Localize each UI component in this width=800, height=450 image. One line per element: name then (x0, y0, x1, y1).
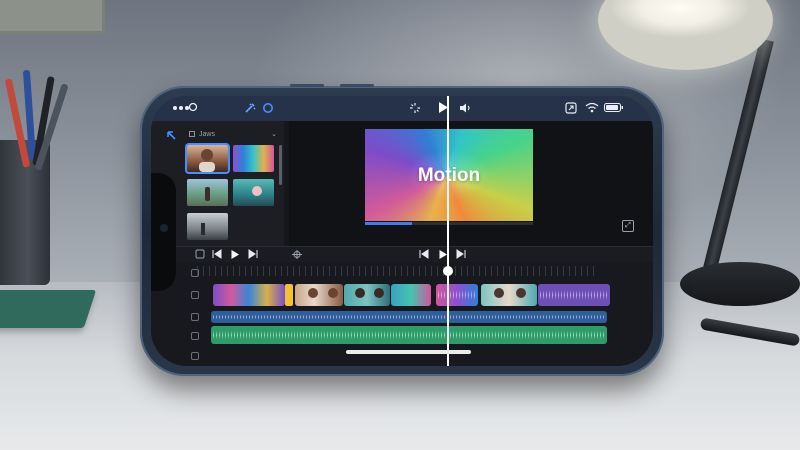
chevron-down-icon[interactable]: ⌄ (271, 130, 277, 138)
music-track-icon[interactable] (191, 332, 199, 340)
screen-mirror-icon[interactable] (565, 102, 577, 118)
thumbnail-teal-scene[interactable] (233, 179, 274, 206)
clip-gradient-2[interactable] (391, 284, 431, 306)
audio-track-icon[interactable] (191, 313, 199, 321)
skip-forward-icon[interactable] (247, 249, 258, 262)
clip-gradient-3[interactable] (436, 284, 478, 306)
video-viewer: Motion ⤢ (289, 121, 653, 246)
timeline-ruler (197, 266, 597, 276)
circle-icon[interactable] (262, 102, 274, 118)
clip-rainbow[interactable] (213, 284, 285, 306)
playhead-knob[interactable] (443, 266, 453, 276)
checkbox-icon[interactable] (195, 249, 205, 262)
skip-back-icon[interactable] (212, 249, 223, 262)
notch (151, 173, 176, 291)
clip-woman[interactable] (295, 284, 343, 306)
clip-outdoor[interactable] (481, 284, 537, 306)
transport-play-icon[interactable] (230, 249, 240, 263)
photo-scene: Jaws ⌄ ⤢ (0, 0, 800, 450)
thumbnail-landscape-dark[interactable] (187, 213, 228, 240)
back-arrow-icon[interactable] (165, 129, 177, 144)
circle-small-icon[interactable] (188, 102, 198, 116)
video-track-icon[interactable] (191, 291, 199, 299)
timeline-playhead[interactable] (443, 96, 453, 366)
music-track[interactable] (211, 326, 607, 344)
thumbnail-woman-portrait[interactable] (185, 143, 230, 174)
wifi-icon (585, 102, 599, 117)
transport-bar (151, 246, 653, 262)
audio-out-icon[interactable] (459, 102, 472, 118)
voiceover-track[interactable] (211, 311, 607, 323)
expand-icon[interactable]: ⤢ (622, 220, 634, 232)
viewer-progress-track[interactable] (365, 222, 533, 225)
center-skip-back-icon[interactable] (419, 249, 430, 262)
more-dots-icon[interactable] (173, 106, 189, 110)
clip-audio-purple[interactable] (538, 284, 610, 306)
iphone: Jaws ⌄ ⤢ (140, 84, 664, 376)
home-indicator (346, 350, 471, 354)
front-camera (160, 224, 168, 232)
lamp-base (680, 262, 800, 306)
video-title-text: Motion (365, 165, 533, 187)
loading-spinner-icon[interactable] (409, 102, 421, 118)
green-notebook (0, 290, 97, 328)
grid-icon[interactable] (189, 131, 195, 137)
browser-header: Jaws ⌄ (189, 129, 285, 139)
browser-header-label: Jaws (199, 130, 215, 138)
battery-icon (604, 102, 624, 117)
thumbnail-grid (185, 143, 287, 245)
volume-button (290, 84, 324, 87)
viewer-progress-fill (365, 222, 413, 225)
trim-handle[interactable] (285, 284, 293, 306)
clip-teal[interactable] (344, 284, 390, 306)
picture-frame (0, 0, 105, 34)
extra-track-icon[interactable] (191, 352, 199, 360)
magic-wand-icon[interactable] (244, 102, 256, 118)
video-preview[interactable]: Motion (365, 129, 533, 221)
phone-screen: Jaws ⌄ ⤢ (151, 96, 653, 366)
center-skip-forward-icon[interactable] (455, 249, 466, 262)
volume-button-2 (340, 84, 374, 87)
browser-scrollbar[interactable] (279, 145, 282, 185)
thumbnail-outdoor-person[interactable] (187, 179, 228, 206)
thumbnail-rainbow-gradient[interactable] (233, 145, 274, 172)
app-top-bar (151, 96, 653, 121)
split-icon[interactable] (291, 249, 303, 263)
